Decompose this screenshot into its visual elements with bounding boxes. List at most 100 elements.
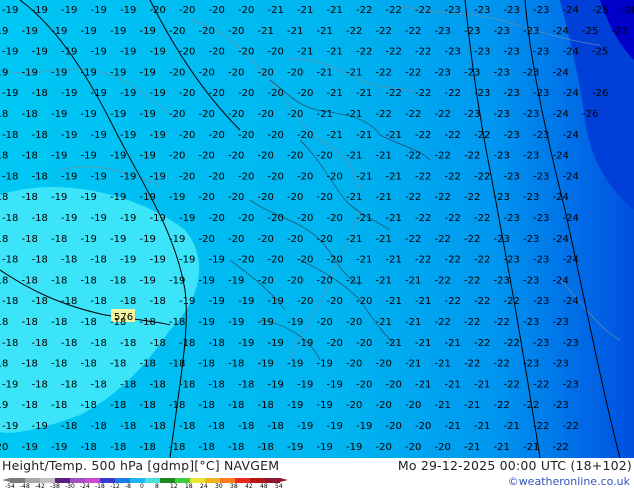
temperature-label: -23 <box>523 317 539 328</box>
temperature-label: -21 <box>405 317 421 328</box>
temperature-label: -20 <box>199 192 215 203</box>
scale-tick-label: -18 <box>95 483 105 490</box>
temperature-label: -19 <box>51 67 67 78</box>
temperature-label: -18 <box>209 421 225 432</box>
scale-tick-label: 38 <box>230 483 238 490</box>
temperature-label: -19 <box>32 421 48 432</box>
temperature-label: -21 <box>346 192 362 203</box>
temperature-label: -23 <box>533 88 549 99</box>
temperature-label: -18 <box>91 255 107 266</box>
temperature-label: -19 <box>169 234 185 245</box>
temperature-label: -26 <box>592 88 608 99</box>
map-canvas: 576 -19 -19 -19 -19 -19 -20 -20 -20 -20 -21 -21 -21… <box>0 0 634 458</box>
temperature-label: -20 <box>228 26 244 37</box>
temperature-label: -19 <box>0 26 8 37</box>
temperature-label: -24 <box>563 47 579 58</box>
temperature-label: -20 <box>0 442 8 453</box>
temperature-label: -24 <box>563 171 579 182</box>
temperature-label: -19 <box>22 26 38 37</box>
map-title: Height/Temp. 500 hPa [gdmp][°C] NAVGEM <box>2 458 280 473</box>
temperature-label: -18 <box>140 442 156 453</box>
temperature-label: -20 <box>199 151 215 162</box>
temperature-label: -18 <box>32 379 48 390</box>
temperature-label: -22 <box>464 359 480 370</box>
temperature-label: -18 <box>110 275 126 286</box>
temperature-label: -20 <box>179 5 195 16</box>
temperature-label: -19 <box>169 192 185 203</box>
temperature-label: -18 <box>179 379 195 390</box>
temperature-label: -24 <box>563 88 579 99</box>
temperature-label: -20 <box>327 338 343 349</box>
temperature-label: -22 <box>376 109 392 120</box>
temperature-label: -19 <box>287 442 303 453</box>
temperature-label: -20 <box>209 130 225 141</box>
temperature-label: -18 <box>22 317 38 328</box>
temperature-label: -20 <box>258 275 274 286</box>
temperature-label: -21 <box>464 400 480 411</box>
temperature-label: -21 <box>327 88 343 99</box>
temperature-label: -23 <box>494 26 510 37</box>
temperature-label: -22 <box>504 296 520 307</box>
temperature-label: -19 <box>150 213 166 224</box>
temperature-label: -18 <box>199 400 215 411</box>
temperature-label: -18 <box>110 400 126 411</box>
temperature-label: -23 <box>504 255 520 266</box>
temperature-label: -18 <box>91 379 107 390</box>
color-scale: -54 -48 -42 -38 -30 -24 -18 -12 -8 0 8 12 18 24 30 38 42… <box>2 478 302 490</box>
temperature-label: -23 <box>533 171 549 182</box>
temperature-label: -23 <box>494 109 510 120</box>
temperature-label: -19 <box>0 67 8 78</box>
temperature-label: -19 <box>199 317 215 328</box>
temperature-label: -18 <box>91 338 107 349</box>
temperature-label: -21 <box>376 151 392 162</box>
temperature-label: -18 <box>61 421 77 432</box>
temperature-label: -22 <box>415 130 431 141</box>
temperature-label: -21 <box>327 130 343 141</box>
temperature-label: -23 <box>523 26 539 37</box>
temperature-label: -20 <box>238 171 254 182</box>
temperature-label: -19 <box>120 171 136 182</box>
temperature-label: -19 <box>238 296 254 307</box>
temperature-label: -22 <box>405 234 421 245</box>
weather-map[interactable]: 576 -19 -19 -19 -19 -19 -20 -20 -20 -20 -21 -21 -21… <box>0 0 634 458</box>
temperature-label: -19 <box>2 47 18 58</box>
temperature-label: -20 <box>405 442 421 453</box>
temperature-label: -21 <box>504 421 520 432</box>
credit-link[interactable]: ©weatheronline.co.uk <box>508 475 630 488</box>
temperature-label: -23 <box>523 192 539 203</box>
temperature-label: -19 <box>346 442 362 453</box>
temperature-label: -21 <box>258 26 274 37</box>
temperature-label: -21 <box>346 109 362 120</box>
temperature-label: -20 <box>169 26 185 37</box>
temperature-label: -21 <box>415 338 431 349</box>
temperature-label: -22 <box>474 296 490 307</box>
temperature-label: -20 <box>258 151 274 162</box>
temperature-label: -20 <box>346 400 362 411</box>
temperature-label: -22 <box>415 213 431 224</box>
map-footer: Height/Temp. 500 hPa [gdmp][°C] NAVGEM M… <box>0 458 634 490</box>
temperature-label: -22 <box>533 379 549 390</box>
valid-time: Mo 29-12-2025 00:00 UTC (18+102) <box>397 458 632 473</box>
temperature-label: -24 <box>553 234 569 245</box>
temperature-label: -21 <box>415 379 431 390</box>
temperature-label: -21 <box>287 26 303 37</box>
temperature-label: -18 <box>2 255 18 266</box>
temperature-label: -20 <box>268 213 284 224</box>
temperature-label: -23 <box>504 213 520 224</box>
temperature-label: -20 <box>317 275 333 286</box>
temperature-label: -20 <box>297 213 313 224</box>
temperature-label: -24 <box>553 151 569 162</box>
temperature-label: -18 <box>0 109 8 120</box>
temperature-label: -23 <box>464 67 480 78</box>
temperature-label: -19 <box>32 5 48 16</box>
scale-tick-label: 54 <box>275 483 283 490</box>
temperature-label: -23 <box>435 26 451 37</box>
temperature-label: -18 <box>32 296 48 307</box>
temperature-label: -18 <box>32 130 48 141</box>
temperature-label: -22 <box>523 400 539 411</box>
temperature-label: -18 <box>61 296 77 307</box>
temperature-label: -19 <box>51 26 67 37</box>
temperature-label: -22 <box>405 109 421 120</box>
temperature-label: -22 <box>346 26 362 37</box>
temperature-label: -19 <box>51 109 67 120</box>
